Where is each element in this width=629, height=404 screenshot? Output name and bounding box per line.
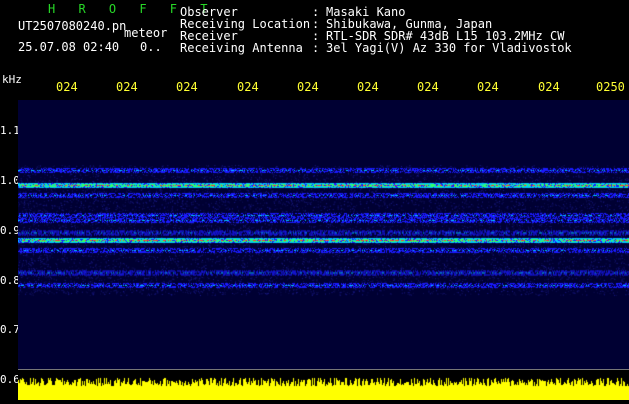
freq-tick: 0.9 xyxy=(0,224,20,237)
time-tick: 024 xyxy=(237,80,259,94)
file-tag: meteor xyxy=(124,26,168,40)
signal-level-canvas xyxy=(18,370,629,400)
time-tick: 024 xyxy=(116,80,138,94)
time-tick: 024 xyxy=(477,80,499,94)
freq-tick: 0.6 xyxy=(0,373,20,386)
time-tick: 024 xyxy=(176,80,198,94)
time-tick: 0250 xyxy=(596,80,625,94)
antenna-value: 3el Yagi(V) Az 330 for Vladivostok xyxy=(326,41,572,55)
freq-tick: 0.7 xyxy=(0,323,20,336)
date-time-suffix: 0.. xyxy=(140,40,162,54)
date-time: 25.07.08 02:40 xyxy=(18,40,120,54)
freq-tick: 0.8 xyxy=(0,274,20,287)
spectrogram-canvas xyxy=(18,100,629,370)
antenna-colon: : xyxy=(312,41,320,55)
time-tick: 024 xyxy=(297,80,319,94)
antenna-label: Receiving Antenna xyxy=(180,41,303,55)
time-tick: 024 xyxy=(538,80,560,94)
freq-tick: 1.1 xyxy=(0,124,20,137)
y-axis-unit: kHz xyxy=(2,73,22,86)
hrofft-screen: H R O F F T UT2507080240.pn meteor 25.07… xyxy=(0,0,629,400)
signal-level-strip xyxy=(18,370,629,400)
time-tick: 024 xyxy=(357,80,379,94)
freq-tick: 1.0 xyxy=(0,174,20,187)
file-name: UT2507080240.pn xyxy=(18,19,127,33)
spectrogram-panel xyxy=(18,100,629,370)
time-tick: 024 xyxy=(417,80,439,94)
time-tick: 024 xyxy=(56,80,78,94)
